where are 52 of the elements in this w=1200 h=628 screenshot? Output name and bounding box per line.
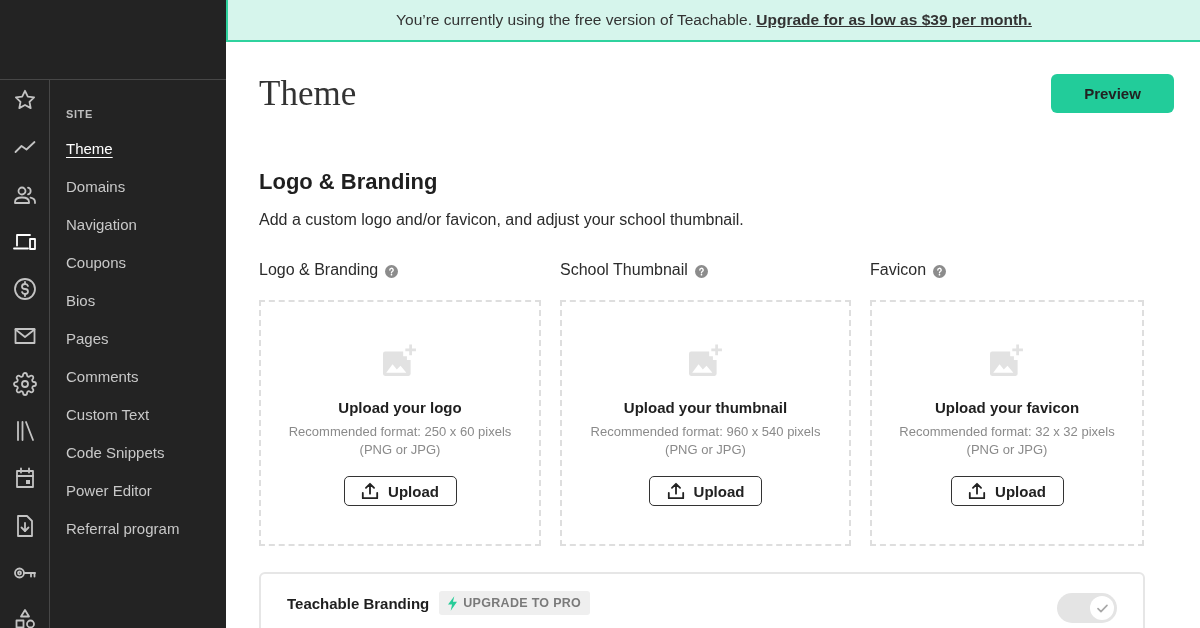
upload-label: Logo & Branding <box>259 260 379 280</box>
file-types-hint: (PNG or JPG) <box>665 441 746 459</box>
upload-title: Upload your thumbnail <box>623 398 788 418</box>
upload-icon <box>361 482 380 500</box>
nav-section-heading: SITE <box>66 107 93 122</box>
help-icon[interactable] <box>694 264 708 278</box>
preview-button[interactable]: Preview <box>1051 74 1174 113</box>
star-icon[interactable] <box>12 88 37 112</box>
upload-label: School Thumbnail <box>560 260 688 280</box>
upload-icon <box>968 482 987 500</box>
check-icon <box>1096 603 1108 613</box>
help-icon[interactable] <box>933 264 947 278</box>
upload-label: Favicon <box>870 260 927 280</box>
upload-title: Upload your logo <box>338 398 462 418</box>
section-description: Add a custom logo and/or favicon, and adjust your school thumbnail. <box>259 210 745 230</box>
nav-item[interactable]: Comments <box>66 367 139 387</box>
branding-label: Teachable Branding <box>287 594 430 612</box>
page-title: Theme <box>259 73 357 114</box>
upload-icon <box>666 482 685 500</box>
upload-dropzone[interactable]: Upload your favicon Recommended format: 32 x 32 pixels (PNG or JPG) Upload <box>870 300 1144 546</box>
nav-item[interactable]: Bios <box>66 291 96 311</box>
image-add-icon <box>990 344 1024 376</box>
upload-button[interactable]: Upload <box>343 476 457 506</box>
format-hint: Recommended format: 32 x 32 pixels <box>899 423 1115 441</box>
upload-dropzone[interactable]: Upload your thumbnail Recommended format: 960 x 540 pixels (PNG or JPG) Upload <box>560 300 851 546</box>
image-add-icon <box>383 344 417 376</box>
gear-icon[interactable] <box>12 371 37 396</box>
nav-item[interactable]: Referral program <box>66 519 180 539</box>
upload-button[interactable]: Upload <box>649 476 762 506</box>
format-hint: Recommended format: 960 x 540 pixels <box>590 423 821 441</box>
file-types-hint: (PNG or JPG) <box>966 441 1048 459</box>
help-icon[interactable] <box>385 264 399 278</box>
lightning-icon <box>448 595 458 611</box>
nav-item[interactable]: Domains <box>66 177 126 197</box>
section-title: Logo & Branding <box>259 168 438 196</box>
nav-item[interactable]: Code Snippets <box>66 443 165 463</box>
upgrade-link[interactable]: Upgrade for as low as $39 per month. <box>756 11 1032 28</box>
nav-item[interactable]: Coupons <box>66 253 127 273</box>
nav-item[interactable]: Custom Text <box>66 405 150 425</box>
upgrade-to-pro-link[interactable]: UPGRADE TO PRO <box>439 591 591 615</box>
nav-item[interactable]: Theme <box>66 139 113 159</box>
format-hint: Recommended format: 250 x 60 pixels <box>288 423 512 441</box>
nav-item[interactable]: Pages <box>66 329 109 349</box>
nav-item[interactable]: Navigation <box>66 215 137 235</box>
dollar-icon[interactable] <box>12 277 37 302</box>
upload-title: Upload your favicon <box>934 398 1080 418</box>
nav-item[interactable]: Power Editor <box>66 481 152 501</box>
banner-message: You’re currently using the free version of Teachable. Upgrade for as low as $39 per month. <box>396 11 1032 29</box>
upload-button[interactable]: Upload <box>950 476 1064 506</box>
file-types-hint: (PNG or JPG) <box>359 441 441 459</box>
upload-dropzone[interactable]: Upload your logo Recommended format: 250 x 60 pixels (PNG or JPG) Upload <box>259 300 541 546</box>
image-add-icon <box>688 344 723 376</box>
